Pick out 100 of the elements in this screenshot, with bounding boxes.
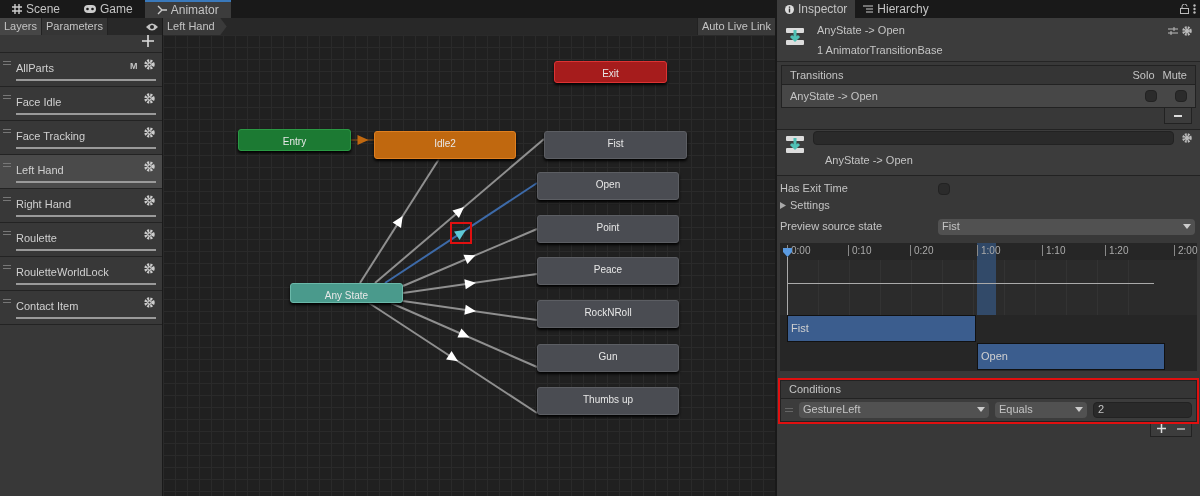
breadcrumb[interactable]: Left Hand: [163, 18, 227, 35]
clip-bar[interactable]: Fist: [787, 314, 976, 342]
panel-tab[interactable]: Parameters: [42, 18, 108, 35]
default-transition-arrow[interactable]: [350, 135, 375, 145]
settings-icon[interactable]: [144, 195, 155, 206]
transition-arrow[interactable]: [374, 138, 545, 284]
inspector-subtitle: 1 AnimatorTransitionBase: [817, 42, 943, 58]
preview-dropdown[interactable]: Fist: [938, 218, 1195, 235]
transition-arrow[interactable]: [368, 302, 538, 414]
drag-handle-icon[interactable]: [3, 197, 11, 201]
eye-icon[interactable]: [146, 22, 158, 31]
lock-icon[interactable]: [1180, 4, 1189, 14]
state-node[interactable]: Peace: [537, 257, 679, 285]
settings-icon[interactable]: [144, 127, 155, 138]
settings-icon[interactable]: [144, 297, 155, 308]
layer-item[interactable]: Left Hand: [0, 155, 162, 189]
time-tick: 1:20: [1105, 244, 1129, 256]
drag-handle-icon[interactable]: [3, 299, 11, 303]
state-node[interactable]: Point: [537, 215, 679, 243]
foldout-icon: [780, 202, 786, 209]
time-tick: 0:20: [910, 244, 934, 256]
state-node[interactable]: Thumbs up: [537, 387, 679, 415]
drag-handle-icon[interactable]: [3, 265, 11, 269]
settings-foldout[interactable]: Settings: [777, 197, 1200, 214]
gamepad-icon: [84, 5, 97, 13]
transition-arrow[interactable]: [384, 182, 538, 284]
inspector-title: AnyState -> Open: [817, 23, 906, 38]
layer-name: Face Idle: [16, 95, 62, 110]
transition-arrow[interactable]: [390, 302, 538, 368]
field-label: Preview source state: [780, 219, 884, 235]
settings-icon[interactable]: [144, 59, 155, 70]
add-icon: [1156, 424, 1166, 433]
transition-arrow[interactable]: [402, 300, 538, 321]
settings-icon[interactable]: [144, 161, 155, 172]
grid-icon: [12, 4, 22, 14]
conditions-header: Conditions: [789, 381, 841, 397]
transition-arrow[interactable]: [359, 158, 440, 284]
transition-arrow[interactable]: [402, 273, 538, 294]
time-tick: 1:10: [1042, 244, 1066, 256]
field-label: Has Exit Time: [780, 181, 849, 197]
layer-name: Left Hand: [16, 163, 64, 178]
panel-tab[interactable]: Layers: [0, 18, 43, 35]
add-icon[interactable]: [142, 35, 154, 47]
transition-arrow[interactable]: [402, 228, 538, 287]
layer-flag-label: M: [130, 60, 138, 73]
parameter-dropdown[interactable]: GestureLeft: [799, 401, 989, 418]
drag-handle-icon[interactable]: [3, 129, 11, 133]
layer-name: Contact Item: [16, 299, 79, 314]
transition-name: AnyState -> Open: [825, 153, 914, 168]
state-node[interactable]: Exit: [554, 61, 667, 83]
settings-icon[interactable]: [1182, 26, 1192, 36]
state-node[interactable]: RockNRoll: [537, 300, 679, 328]
checkbox[interactable]: [1145, 90, 1157, 102]
settings-icon[interactable]: [144, 93, 155, 104]
drag-handle-icon[interactable]: [3, 231, 11, 235]
solo-header: Solo: [1132, 67, 1155, 83]
remove-button[interactable]: [1164, 108, 1192, 124]
layer-name: Face Tracking: [16, 129, 86, 144]
mute-header: Mute: [1162, 67, 1187, 83]
clip-bar[interactable]: Open: [977, 342, 1165, 370]
list-icon: [863, 5, 874, 13]
drag-handle-icon[interactable]: [785, 407, 793, 412]
inspector-tab[interactable]: Inspector: [777, 0, 856, 18]
state-node[interactable]: Open: [537, 172, 679, 200]
drag-handle-icon[interactable]: [3, 61, 11, 65]
settings-icon[interactable]: [144, 229, 155, 240]
editor-tab[interactable]: Animator: [144, 0, 231, 18]
animator-icon: [156, 5, 167, 15]
transition-icon: [785, 134, 805, 154]
dropdown-icon: [977, 407, 985, 412]
minus-icon: [1174, 114, 1182, 117]
name-field[interactable]: [813, 131, 1174, 145]
sliders-icon[interactable]: [1168, 26, 1178, 36]
transition-icon: [785, 26, 805, 46]
dropdown-icon: [1183, 224, 1191, 229]
drag-handle-icon[interactable]: [3, 163, 11, 167]
state-node[interactable]: Gun: [537, 344, 679, 372]
more-icon[interactable]: [1193, 4, 1196, 14]
layer-name: AllParts: [16, 61, 54, 76]
state-node[interactable]: Entry: [238, 129, 351, 151]
mode-dropdown[interactable]: Equals: [995, 401, 1087, 418]
value-field[interactable]: 2: [1093, 401, 1192, 418]
drag-handle-icon[interactable]: [3, 95, 11, 99]
checkbox[interactable]: [1175, 90, 1187, 102]
auto-live-link-button[interactable]: Auto Live Link: [696, 18, 775, 35]
state-node[interactable]: Fist: [544, 131, 687, 159]
dropdown-icon: [1075, 407, 1083, 412]
layer-name: Right Hand: [16, 197, 72, 212]
time-tick: 2:00: [1174, 244, 1198, 256]
minus-icon: [1177, 427, 1185, 430]
time-tick: 1:00: [977, 244, 1001, 256]
settings-icon[interactable]: [144, 263, 155, 274]
playhead-marker[interactable]: [783, 247, 792, 257]
settings-icon[interactable]: [1182, 133, 1192, 143]
transitions-header: Transitions: [790, 67, 844, 83]
info-icon: [785, 4, 794, 14]
layer-name: Roulette: [16, 231, 57, 246]
transition-row[interactable]: AnyState -> Open: [782, 85, 1195, 107]
layer-name: RouletteWorldLock: [16, 265, 109, 280]
time-tick: 0:10: [848, 244, 872, 256]
